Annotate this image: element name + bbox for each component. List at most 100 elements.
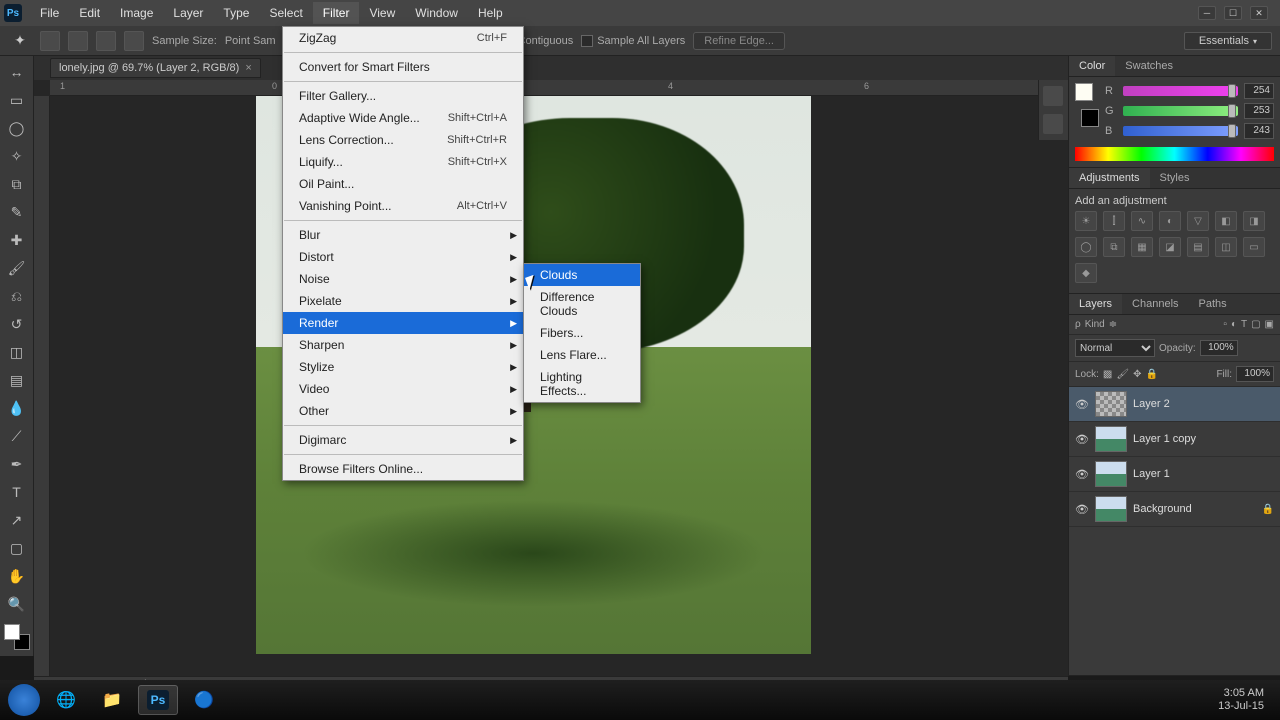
adj-hue-icon[interactable]: ◧ [1215, 211, 1237, 231]
filter-gallery[interactable]: Filter Gallery... [283, 85, 523, 107]
filter-browse-online[interactable]: Browse Filters Online... [283, 458, 523, 480]
stamp-tool[interactable]: ⎌ [5, 284, 29, 308]
path-tool[interactable]: ↗ [5, 508, 29, 532]
render-lighting[interactable]: Lighting Effects... [524, 366, 640, 402]
hand-tool[interactable]: ✋ [5, 564, 29, 588]
blur-tool[interactable]: 💧 [5, 396, 29, 420]
gradient-tool[interactable]: ▤ [5, 368, 29, 392]
menu-select[interactable]: Select [259, 2, 312, 24]
menu-type[interactable]: Type [213, 2, 259, 24]
filter-noise[interactable]: Noise▶ [283, 268, 523, 290]
layer-thumbnail[interactable] [1095, 391, 1127, 417]
render-clouds[interactable]: Clouds [524, 264, 640, 286]
close-tab-icon[interactable]: × [245, 62, 251, 74]
adj-invert-icon[interactable]: ◪ [1159, 237, 1181, 257]
layer-row[interactable]: 👁Background🔒 [1069, 492, 1280, 527]
opt-new-selection[interactable] [40, 31, 60, 51]
adj-levels-icon[interactable]: ⫿ [1103, 211, 1125, 231]
filter-liquify[interactable]: Liquify...Shift+Ctrl+X [283, 151, 523, 173]
type-tool[interactable]: T [5, 480, 29, 504]
workspace-switcher[interactable]: Essentials▾ [1184, 32, 1272, 50]
filter-video[interactable]: Video▶ [283, 378, 523, 400]
lock-transparency-icon[interactable]: ▩ [1103, 369, 1112, 380]
tab-channels[interactable]: Channels [1122, 294, 1188, 314]
visibility-icon[interactable]: 👁 [1075, 468, 1089, 481]
sample-all-checkbox[interactable]: Sample All Layers [581, 35, 685, 47]
filter-shape-icon[interactable]: ▢ [1251, 319, 1260, 330]
render-diff-clouds[interactable]: Difference Clouds [524, 286, 640, 322]
opacity-input[interactable]: 100% [1200, 340, 1238, 356]
adj-bw-icon[interactable]: ◨ [1243, 211, 1265, 231]
adj-vibrance-icon[interactable]: ▽ [1187, 211, 1209, 231]
filter-last[interactable]: ZigZag Ctrl+F [283, 27, 523, 49]
crop-tool[interactable]: ⧉ [5, 172, 29, 196]
brush-tool[interactable]: 🖌 [5, 256, 29, 280]
explorer-icon[interactable]: 📁 [92, 685, 132, 715]
filter-vanishing-point[interactable]: Vanishing Point...Alt+Ctrl+V [283, 195, 523, 217]
lock-position-icon[interactable]: ✥ [1133, 369, 1141, 380]
adj-curves-icon[interactable]: ∿ [1131, 211, 1153, 231]
adj-gradient-map-icon[interactable]: ▭ [1243, 237, 1265, 257]
layer-thumbnail[interactable] [1095, 496, 1127, 522]
filter-oil-paint[interactable]: Oil Paint... [283, 173, 523, 195]
layer-thumbnail[interactable] [1095, 426, 1127, 452]
refine-edge-button[interactable]: Refine Edge... [693, 32, 785, 50]
filter-stylize[interactable]: Stylize▶ [283, 356, 523, 378]
marquee-tool[interactable]: ▭ [5, 88, 29, 112]
history-panel-icon[interactable] [1043, 86, 1063, 106]
current-tool-icon[interactable]: ✦ [8, 29, 32, 53]
menu-file[interactable]: File [30, 2, 69, 24]
bg-swatch[interactable] [1081, 109, 1099, 127]
adj-selective-color-icon[interactable]: ◆ [1075, 263, 1097, 283]
tab-styles[interactable]: Styles [1150, 168, 1200, 188]
adj-channel-mixer-icon[interactable]: ⧉ [1103, 237, 1125, 257]
foreground-color[interactable] [4, 624, 20, 640]
properties-panel-icon[interactable] [1043, 114, 1063, 134]
tab-swatches[interactable]: Swatches [1115, 56, 1183, 76]
menu-layer[interactable]: Layer [163, 2, 213, 24]
window-minimize[interactable]: ─ [1198, 6, 1216, 20]
visibility-icon[interactable]: 👁 [1075, 503, 1089, 516]
filter-digimarc[interactable]: Digimarc▶ [283, 429, 523, 451]
adj-brightness-icon[interactable]: ☀ [1075, 211, 1097, 231]
b-slider[interactable] [1123, 126, 1238, 136]
layer-row[interactable]: 👁Layer 1 copy [1069, 422, 1280, 457]
filter-type-icon[interactable]: T [1241, 319, 1247, 330]
lock-all-icon[interactable]: 🔒 [1145, 369, 1157, 380]
adj-threshold-icon[interactable]: ◫ [1215, 237, 1237, 257]
chrome-icon[interactable]: 🔵 [184, 685, 224, 715]
heal-tool[interactable]: ✚ [5, 228, 29, 252]
pen-tool[interactable]: ✒ [5, 452, 29, 476]
filter-blur[interactable]: Blur▶ [283, 224, 523, 246]
menu-view[interactable]: View [359, 2, 405, 24]
layer-row[interactable]: 👁Layer 1 [1069, 457, 1280, 492]
g-slider[interactable] [1123, 106, 1238, 116]
color-swatches[interactable] [4, 624, 30, 650]
visibility-icon[interactable]: 👁 [1075, 398, 1089, 411]
menu-image[interactable]: Image [110, 2, 163, 24]
window-maximize[interactable]: ☐ [1224, 6, 1242, 20]
r-slider[interactable] [1123, 86, 1238, 96]
filter-kind-dropdown[interactable]: ≑ [1109, 319, 1117, 330]
tab-color[interactable]: Color [1069, 56, 1115, 76]
adj-photo-filter-icon[interactable]: ◯ [1075, 237, 1097, 257]
sample-size-value[interactable]: Point Sam [225, 35, 276, 47]
layer-thumbnail[interactable] [1095, 461, 1127, 487]
document-tab[interactable]: lonely.jpg @ 69.7% (Layer 2, RGB/8) × [50, 58, 261, 78]
dodge-tool[interactable]: ⟋ [5, 424, 29, 448]
layer-row[interactable]: 👁Layer 2 [1069, 387, 1280, 422]
tab-adjustments[interactable]: Adjustments [1069, 168, 1150, 188]
history-brush-tool[interactable]: ↺ [5, 312, 29, 336]
filter-smart-icon[interactable]: ▣ [1265, 319, 1274, 330]
eyedropper-tool[interactable]: ✎ [5, 200, 29, 224]
render-lens-flare[interactable]: Lens Flare... [524, 344, 640, 366]
filter-wide-angle[interactable]: Adaptive Wide Angle...Shift+Ctrl+A [283, 107, 523, 129]
filter-other[interactable]: Other▶ [283, 400, 523, 422]
fill-input[interactable]: 100% [1236, 366, 1274, 382]
system-clock[interactable]: 3:05 AM 13-Jul-15 [1218, 687, 1272, 713]
adj-exposure-icon[interactable]: ◐ [1159, 211, 1181, 231]
menu-filter[interactable]: Filter [313, 2, 360, 24]
visibility-icon[interactable]: 👁 [1075, 433, 1089, 446]
filter-adj-icon[interactable]: ◐ [1231, 319, 1237, 330]
filter-convert-smart[interactable]: Convert for Smart Filters [283, 56, 523, 78]
